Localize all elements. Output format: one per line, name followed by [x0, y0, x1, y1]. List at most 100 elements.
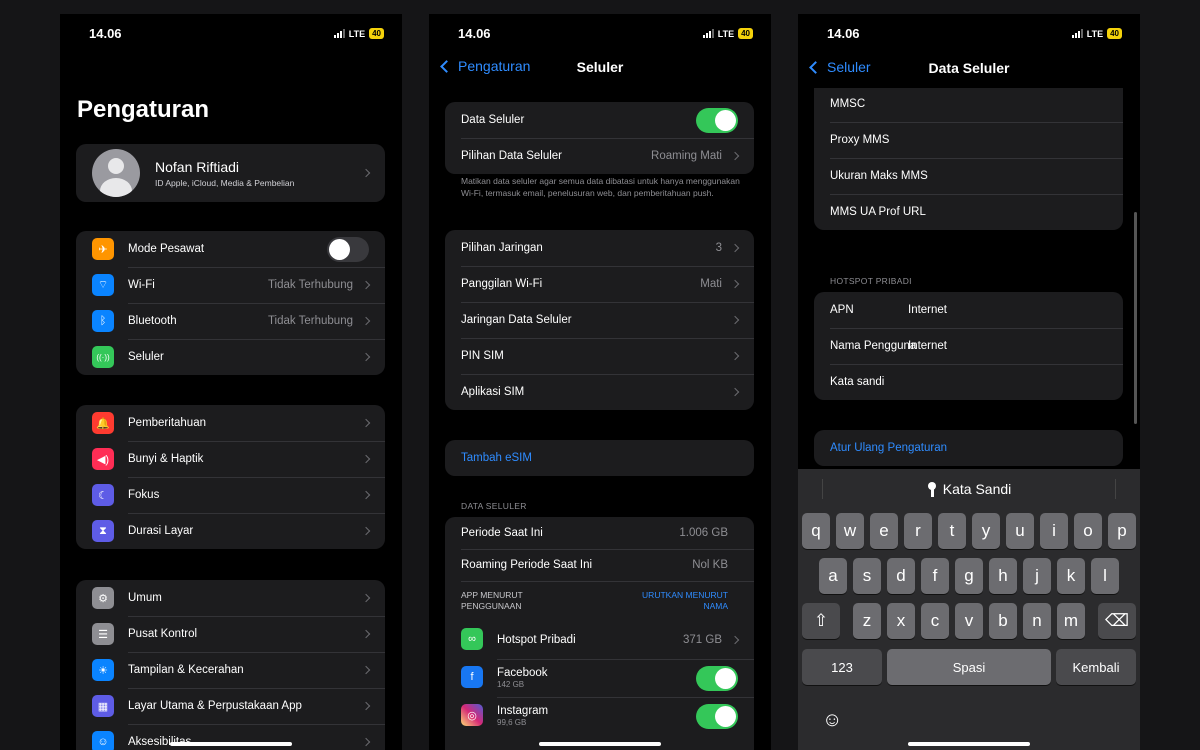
item-label: Seluler [128, 351, 164, 363]
key-h[interactable]: h [989, 558, 1017, 594]
apn-field-row[interactable]: Proxy MMS [814, 122, 1123, 158]
list-item[interactable]: ⧗ Durasi Layar [76, 513, 385, 549]
avatar [92, 149, 140, 197]
status-time: 14.06 [827, 26, 860, 41]
list-item[interactable]: Jaringan Data Seluler [445, 302, 754, 338]
add-esim-button[interactable]: Tambah eSIM [445, 440, 754, 476]
key-l[interactable]: l [1091, 558, 1119, 594]
list-item[interactable]: ☀ Tampilan & Kecerahan [76, 652, 385, 688]
section-header-hotspot: HOTSPOT PRIBADI [830, 276, 912, 286]
list-item[interactable]: ᛒ Bluetooth Tidak Terhubung [76, 303, 385, 339]
key-e[interactable]: e [870, 513, 898, 549]
key-b[interactable]: b [989, 603, 1017, 639]
key-f[interactable]: f [921, 558, 949, 594]
sort-by-name-button[interactable]: URUTKAN MENURUT NAMA [638, 590, 728, 612]
list-item[interactable]: ☺ Aksesibilitas [76, 724, 385, 750]
key-x[interactable]: x [887, 603, 915, 639]
list-item[interactable]: 🔔 Pemberitahuan [76, 405, 385, 441]
chevron-right-icon [730, 279, 740, 289]
key-u[interactable]: u [1006, 513, 1034, 549]
signal-icon [702, 29, 714, 38]
list-item[interactable]: PIN SIM [445, 338, 754, 374]
item-value: Tidak Terhubung [267, 279, 353, 291]
item-value: Roaming Mati [651, 150, 722, 162]
scrollbar[interactable] [1134, 212, 1137, 424]
reset-settings-button[interactable]: Atur Ulang Pengaturan [814, 430, 1123, 466]
key-k[interactable]: k [1057, 558, 1085, 594]
key-w[interactable]: w [836, 513, 864, 549]
list-item[interactable]: ◎ Instagram 99,6 GB [445, 697, 754, 735]
app-usage-header: APP MENURUT PENGGUNAAN URUTKAN MENURUT NA… [445, 581, 754, 621]
key-s[interactable]: s [853, 558, 881, 594]
list-item[interactable]: ⌔ Wi-Fi Tidak Terhubung [76, 267, 385, 303]
item-value: 371 GB [683, 634, 722, 646]
space-key[interactable]: Spasi [887, 649, 1051, 685]
list-item[interactable]: Panggilan Wi-Fi Mati [445, 266, 754, 302]
airplane-icon: ✈ [92, 238, 114, 260]
key-t[interactable]: t [938, 513, 966, 549]
hotspot-field-row[interactable]: Kata sandi [814, 364, 1123, 400]
key-a[interactable]: a [819, 558, 847, 594]
list-item[interactable]: ∞ Hotspot Pribadi 371 GB [445, 621, 754, 659]
return-key[interactable]: Kembali [1056, 649, 1136, 685]
list-item[interactable]: f Facebook 142 GB [445, 659, 754, 697]
emoji-icon[interactable]: ☺ [822, 709, 842, 732]
key-z[interactable]: z [853, 603, 881, 639]
key-r[interactable]: r [904, 513, 932, 549]
numbers-key[interactable]: 123 [802, 649, 882, 685]
cellular-icon: ((·)) [92, 346, 114, 368]
key-q[interactable]: q [802, 513, 830, 549]
backspace-key[interactable]: ⌫ [1098, 603, 1136, 639]
profile-name: Nofan Riftiadi [155, 159, 240, 175]
apn-field-row[interactable]: Ukuran Maks MMS [814, 158, 1123, 194]
hotspot-field-row[interactable]: APN Internet [814, 292, 1123, 328]
apple-id-profile[interactable]: Nofan Riftiadi ID Apple, iCloud, Media &… [76, 144, 385, 202]
chevron-right-icon [730, 351, 740, 361]
key-n[interactable]: n [1023, 603, 1051, 639]
keyboard-suggestion[interactable]: Kata Sandi [798, 469, 1140, 509]
list-item[interactable]: ⚙ Umum [76, 580, 385, 616]
item-label: Instagram [497, 705, 549, 717]
apn-field-row[interactable]: MMS UA Prof URL [814, 194, 1123, 230]
key-y[interactable]: y [972, 513, 1000, 549]
key-v[interactable]: v [955, 603, 983, 639]
hourglass-icon: ⧗ [92, 520, 114, 542]
key-c[interactable]: c [921, 603, 949, 639]
toggle-switch[interactable] [327, 236, 369, 262]
key-d[interactable]: d [887, 558, 915, 594]
list-item[interactable]: Pilihan Jaringan 3 [445, 230, 754, 266]
toggle-switch[interactable] [696, 107, 738, 133]
suggestion-label: Kata Sandi [942, 481, 1012, 497]
hotspot-group: APN Internet Nama Pengguna Internet Kata san… [814, 292, 1123, 400]
list-item[interactable]: ◀) Bunyi & Haptik [76, 441, 385, 477]
list-item[interactable]: ✈ Mode Pesawat [76, 231, 385, 267]
apn-field-row[interactable]: MMSC [814, 86, 1123, 122]
item-label: Layar Utama & Perpustakaan App [128, 700, 302, 712]
shift-key[interactable]: ⇧ [802, 603, 840, 639]
toggle-switch[interactable] [696, 703, 738, 729]
field-value[interactable]: Internet [908, 340, 1107, 352]
hotspot-field-row[interactable]: Nama Pengguna Internet [814, 328, 1123, 364]
key-i[interactable]: i [1040, 513, 1068, 549]
item-label: Bunyi & Haptik [128, 453, 204, 465]
list-item[interactable]: ☾ Fokus [76, 477, 385, 513]
field-value[interactable]: Internet [908, 304, 1107, 316]
page-title: Pengaturan [77, 96, 210, 123]
key-p[interactable]: p [1108, 513, 1136, 549]
toggle-switch[interactable] [696, 665, 738, 691]
list-item[interactable]: Aplikasi SIM [445, 374, 754, 410]
list-item[interactable]: ☰ Pusat Kontrol [76, 616, 385, 652]
list-item[interactable]: Data Seluler [445, 102, 754, 138]
nav-title: Data Seluler [928, 60, 1010, 76]
list-item[interactable]: ((·)) Seluler [76, 339, 385, 375]
field-label: MMS UA Prof URL [830, 206, 926, 218]
switches-icon: ☰ [92, 623, 114, 645]
key-o[interactable]: o [1074, 513, 1102, 549]
key-g[interactable]: g [955, 558, 983, 594]
chevron-right-icon [361, 418, 371, 428]
key-j[interactable]: j [1023, 558, 1051, 594]
item-label: Pilihan Data Seluler [461, 150, 563, 162]
list-item[interactable]: Pilihan Data Seluler Roaming Mati [445, 138, 754, 174]
list-item[interactable]: ▦ Layar Utama & Perpustakaan App [76, 688, 385, 724]
key-m[interactable]: m [1057, 603, 1085, 639]
